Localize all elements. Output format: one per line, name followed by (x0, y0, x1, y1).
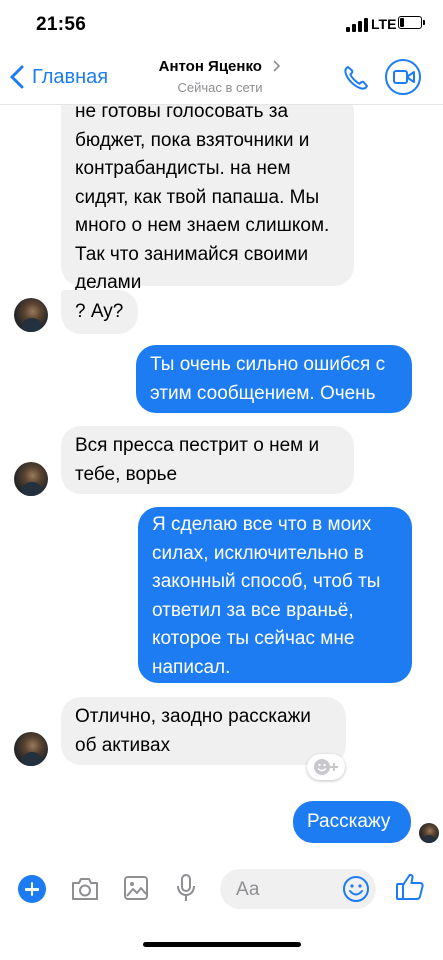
chat-header: Главная Антон Яценко Сейчас в сети (0, 50, 443, 105)
chevron-left-icon (10, 65, 24, 89)
plus-icon[interactable] (18, 875, 46, 903)
message-bubble-outgoing[interactable]: Расскажу (293, 801, 411, 843)
message-text: Я сделаю все что в моих силах, исключите… (152, 514, 381, 678)
message-text: Вся пресса пестрит о нем и тебе, ворье (75, 435, 320, 485)
message-text: Ты очень сильно ошибся с этим сообщением… (150, 354, 386, 404)
chevron-right-icon (273, 60, 281, 72)
emoji-icon[interactable] (342, 875, 370, 903)
back-label: Главная (32, 65, 109, 88)
add-reaction-icon (314, 759, 338, 775)
video-camera-icon (393, 70, 415, 84)
battery-icon (398, 16, 425, 29)
contact-avatar[interactable] (14, 732, 48, 766)
contact-info[interactable]: Антон Яценко Сейчас в сети (130, 58, 310, 95)
add-reaction-button[interactable] (307, 754, 345, 780)
contact-avatar[interactable] (14, 298, 48, 332)
message-bubble-incoming[interactable]: не готовы голосовать за бюджет, пока взя… (61, 93, 354, 293)
message-text: не готовы голосовать за бюджет, пока взя… (75, 101, 330, 293)
message-text: Отлично, заодно расскажи об активах (75, 706, 311, 756)
message-bubble-incoming[interactable]: Отлично, заодно расскажи об активах (61, 697, 346, 765)
seen-avatar (419, 823, 439, 843)
image-icon[interactable] (123, 875, 149, 901)
back-button[interactable]: Главная (8, 62, 108, 92)
video-call-button[interactable] (385, 59, 421, 95)
home-indicator[interactable] (143, 942, 301, 947)
message-bubble-incoming[interactable]: Вся пресса пестрит о нем и тебе, ворье (61, 426, 354, 494)
message-bubble-outgoing[interactable]: Я сделаю все что в моих силах, исключите… (138, 507, 412, 683)
status-bar: 21:56 LTE (0, 0, 443, 50)
phone-icon[interactable] (342, 64, 370, 92)
camera-icon[interactable] (70, 876, 100, 902)
message-bubble-outgoing[interactable]: Ты очень сильно ошибся с этим сообщением… (136, 345, 412, 413)
network-label: LTE (371, 16, 397, 32)
status-time: 21:56 (36, 14, 87, 35)
message-text: Расскажу (307, 811, 391, 832)
contact-status: Сейчас в сети (177, 80, 263, 95)
contact-avatar[interactable] (14, 462, 48, 496)
signal-icon (346, 18, 368, 32)
message-text: ? Ау? (75, 301, 124, 322)
microphone-icon[interactable] (174, 873, 198, 903)
message-input[interactable]: Аа (220, 869, 376, 909)
thumbs-up-icon[interactable] (394, 871, 426, 903)
contact-name: Антон Яценко (158, 58, 262, 75)
message-input-placeholder: Аа (236, 879, 260, 900)
message-bubble-incoming[interactable]: ? Ау? (61, 290, 138, 334)
composer-bar: Аа (0, 858, 443, 920)
